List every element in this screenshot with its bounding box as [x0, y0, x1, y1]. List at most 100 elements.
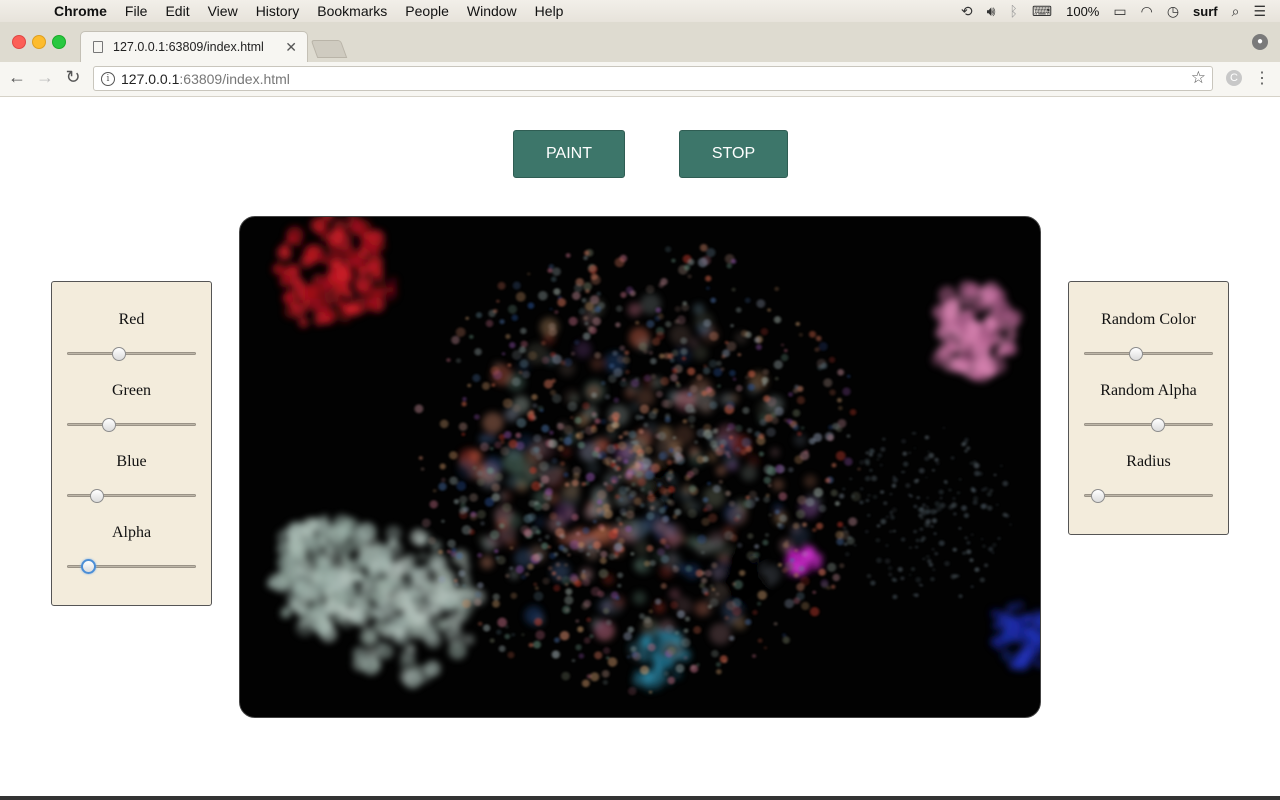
bluetooth-icon[interactable]: ᛒ — [1009, 3, 1017, 19]
notification-center-icon[interactable]: ☰ — [1253, 3, 1266, 20]
window-maximize-button[interactable] — [52, 35, 66, 49]
paint-dab — [815, 335, 822, 342]
paint-dab — [951, 502, 957, 508]
paint-dab — [527, 512, 537, 522]
volume-icon[interactable]: 🔊︎ — [987, 3, 996, 20]
paint-dab — [931, 352, 946, 367]
paint-dab — [578, 307, 586, 315]
random-alpha-slider-track[interactable] — [1084, 423, 1213, 426]
paint-dab — [700, 570, 706, 576]
paint-dab — [596, 499, 603, 505]
paint-dab — [344, 302, 358, 316]
paint-dab — [891, 483, 897, 488]
paint-dab — [565, 588, 573, 596]
paint-dab — [529, 466, 537, 474]
paint-dab — [964, 449, 968, 453]
paint-dab — [532, 403, 538, 409]
paint-dab — [916, 496, 920, 500]
battery-icon[interactable]: ▭ — [1113, 3, 1126, 20]
paint-dab — [747, 383, 755, 391]
paint-dab — [458, 422, 468, 431]
random-color-label: Random Color — [1101, 311, 1196, 328]
paint-dab — [638, 342, 648, 351]
paint-dab — [598, 523, 605, 531]
menu-app-chrome[interactable]: Chrome — [54, 3, 107, 19]
green-slider-track[interactable] — [67, 423, 196, 426]
paint-dab — [507, 304, 518, 314]
paint-canvas[interactable] — [239, 216, 1041, 718]
paint-dab — [449, 451, 458, 460]
paint-dab — [370, 659, 382, 670]
menu-bookmarks[interactable]: Bookmarks — [317, 3, 387, 19]
tab-close-icon[interactable]: ✕ — [285, 39, 297, 56]
paint-dab — [876, 458, 880, 461]
paint-dab — [370, 268, 381, 279]
paint-dab — [286, 540, 304, 558]
forward-arrow-icon[interactable]: → — [34, 67, 56, 88]
menu-people[interactable]: People — [405, 3, 449, 19]
paint-dab — [549, 307, 553, 311]
paint-dab — [520, 340, 528, 348]
profile-icon[interactable]: ● — [1252, 34, 1268, 50]
blue-slider-thumb[interactable] — [90, 489, 104, 503]
paint-dab — [696, 663, 700, 667]
paint-dab — [762, 539, 769, 546]
paint-dab — [774, 376, 779, 381]
radius-slider-thumb[interactable] — [1090, 489, 1105, 503]
paint-dab — [658, 282, 665, 288]
window-minimize-button[interactable] — [32, 35, 46, 49]
address-bar[interactable]: i 127.0.0.1:63809/index.html ☆ — [93, 66, 1213, 91]
paint-dab — [322, 315, 332, 325]
bookmark-star-icon[interactable]: ☆ — [1191, 68, 1206, 88]
extension-icon[interactable]: C — [1226, 70, 1242, 86]
paint-button[interactable]: PAINT — [513, 130, 625, 178]
site-info-icon[interactable]: i — [101, 71, 115, 86]
paint-dab — [924, 435, 930, 440]
paint-dab — [632, 651, 642, 661]
red-slider-thumb[interactable] — [111, 347, 126, 361]
paint-dab — [306, 244, 319, 257]
input-source-icon[interactable]: ⌨︎ — [1032, 3, 1052, 20]
red-slider-track[interactable] — [67, 352, 196, 355]
paint-dab — [619, 379, 627, 388]
paint-dab — [476, 478, 485, 487]
clock-icon[interactable]: ◷ — [1167, 3, 1179, 20]
spotlight-search-icon[interactable]: ⌕ — [1232, 3, 1240, 20]
menu-history[interactable]: History — [256, 3, 300, 19]
paint-dab — [909, 494, 913, 498]
menu-window[interactable]: Window — [467, 3, 517, 19]
wifi-icon[interactable]: ◠ — [1141, 3, 1153, 20]
paint-dab — [635, 470, 640, 476]
menu-view[interactable]: View — [208, 3, 238, 19]
paint-dab — [522, 370, 531, 379]
paint-dab — [715, 592, 720, 596]
back-arrow-icon[interactable]: ← — [6, 67, 28, 88]
menu-file[interactable]: File — [125, 3, 148, 19]
user-name[interactable]: surf — [1193, 4, 1218, 19]
chrome-menu-icon[interactable]: ⋮ — [1254, 68, 1270, 88]
paint-dab — [928, 452, 935, 459]
menu-help[interactable]: Help — [535, 3, 564, 19]
stop-button[interactable]: STOP — [679, 130, 788, 178]
new-tab-button[interactable] — [310, 40, 348, 58]
paint-dab — [754, 497, 760, 502]
reload-icon[interactable]: ↻ — [62, 67, 84, 88]
random-color-slider-track[interactable] — [1084, 352, 1213, 355]
paint-dab — [628, 430, 637, 439]
blue-slider-track[interactable] — [67, 494, 196, 497]
random-alpha-slider-thumb[interactable] — [1150, 418, 1165, 432]
window-close-button[interactable] — [12, 35, 26, 49]
paint-dab — [500, 446, 510, 456]
alpha-slider-thumb[interactable] — [80, 559, 96, 574]
page-icon — [93, 41, 103, 53]
paint-dab — [766, 396, 777, 407]
menu-edit[interactable]: Edit — [165, 3, 189, 19]
paint-dab — [838, 493, 845, 499]
paint-dab — [446, 357, 451, 363]
green-slider-thumb[interactable] — [101, 418, 116, 432]
time-machine-icon[interactable]: ⟲ — [961, 3, 973, 20]
paint-dab — [689, 384, 698, 393]
paint-dab — [882, 437, 886, 441]
browser-tab[interactable]: 127.0.0.1:63809/index.html ✕ — [80, 31, 308, 62]
random-color-slider-thumb[interactable] — [1128, 347, 1143, 361]
